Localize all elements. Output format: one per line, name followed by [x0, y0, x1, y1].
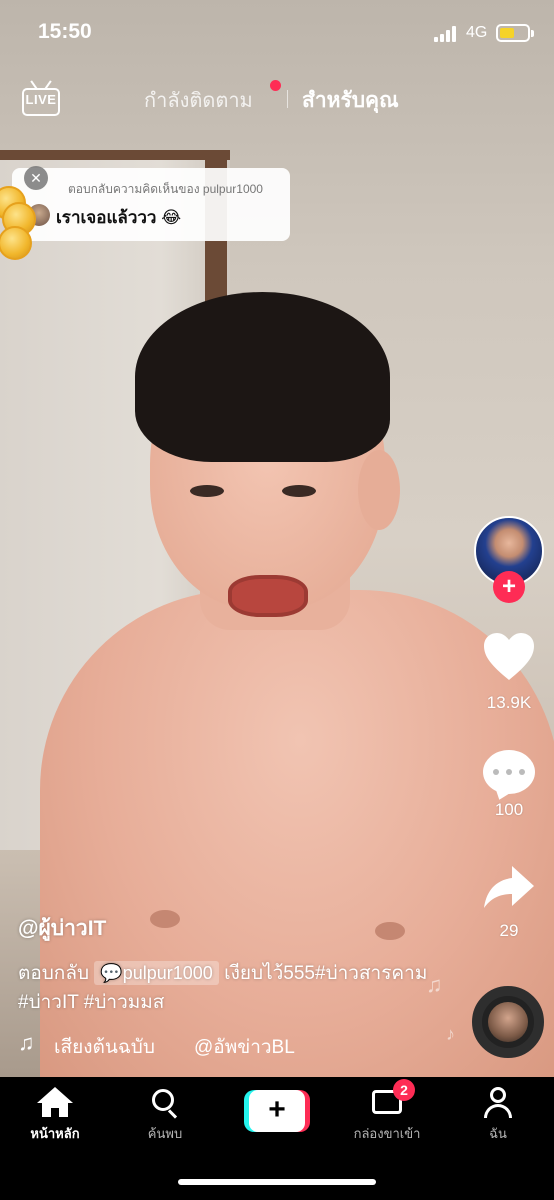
sound-row[interactable]: ♫ เสียงต้นฉบับ @อัพข่าวBL	[18, 1030, 468, 1058]
inbox-icon: 2	[367, 1079, 415, 1119]
battery-tip	[531, 30, 534, 37]
network-type: 4G	[466, 24, 488, 41]
like-count: 13.9K	[486, 693, 532, 712]
follow-plus-icon[interactable]: +	[493, 571, 525, 603]
video-person-eye-left	[190, 485, 224, 497]
home-icon	[35, 1085, 75, 1119]
heart-icon	[484, 633, 534, 680]
feed-tabs: กำลังติดตาม สำหรับคุณ	[0, 80, 554, 117]
video-person-eye-right	[282, 485, 316, 497]
like-button[interactable]: 13.9K	[478, 632, 540, 713]
comment-count: 100	[494, 800, 524, 819]
cellular-signal-icon	[434, 26, 460, 42]
home-indicator	[178, 1179, 376, 1185]
video-person-mouth	[228, 575, 308, 617]
video-door-frame-top	[0, 150, 230, 160]
nav-me[interactable]: ฉัน	[448, 1085, 548, 1144]
music-disc[interactable]	[472, 986, 544, 1058]
close-icon[interactable]: ✕	[24, 166, 48, 190]
status-time: 15:50	[38, 20, 92, 43]
tab-divider	[287, 90, 288, 108]
music-cover-avatar	[488, 1002, 528, 1042]
battery-icon	[496, 24, 530, 42]
video-person-hair	[135, 292, 390, 462]
nav-inbox-label: กล่องขาเข้า	[353, 1126, 421, 1141]
tab-for-you[interactable]: สำหรับคุณ	[302, 84, 399, 117]
reply-card-label: ตอบกลับความคิดเห็นของ pulpur1000	[68, 182, 263, 196]
share-count: 29	[499, 921, 519, 940]
comment-button[interactable]: 100	[478, 750, 540, 820]
music-note-icon: ♫	[18, 1030, 35, 1055]
nav-inbox[interactable]: 2 กล่องขาเข้า	[337, 1079, 437, 1144]
coins-sticker	[0, 186, 40, 266]
following-notification-dot	[270, 80, 281, 91]
create-button[interactable]: +	[244, 1090, 310, 1132]
search-icon	[145, 1085, 185, 1119]
plus-icon: +	[249, 1090, 305, 1132]
video-person-ear	[358, 450, 400, 530]
mention-username: pulpur1000	[122, 963, 213, 983]
reply-prefix: ตอบกลับ	[18, 963, 90, 984]
profile-icon	[478, 1085, 518, 1119]
creator-username[interactable]: @ผู้บ่าวIT	[18, 912, 468, 945]
sound-author: @อัพข่าวBL	[194, 1037, 295, 1058]
inbox-badge: 2	[393, 1079, 415, 1101]
reply-card-comment: เราเจอแล้ววว 😂	[56, 208, 182, 227]
mention-chip[interactable]: 💬pulpur1000	[94, 961, 219, 985]
share-arrow-icon	[484, 866, 534, 908]
status-bar: 15:50 4G	[0, 0, 554, 64]
nav-home-label: หน้าหลัก	[30, 1126, 80, 1141]
nav-discover[interactable]: ค้นพบ	[115, 1085, 215, 1144]
video-caption: @ผู้บ่าวIT ตอบกลับ 💬pulpur1000 เงียบไว้5…	[18, 912, 468, 1017]
reply-comment-card[interactable]: ตอบกลับความคิดเห็นของ pulpur1000 เราเจอแ…	[12, 168, 290, 241]
nav-discover-label: ค้นพบ	[147, 1126, 183, 1141]
caption-description: ตอบกลับ 💬pulpur1000 เงียบไว้555#บ่าวสารค…	[18, 959, 468, 1017]
nav-home[interactable]: หน้าหลัก	[5, 1085, 105, 1144]
tab-following[interactable]: กำลังติดตาม	[144, 84, 253, 116]
chat-bubble-icon: 💬	[100, 963, 123, 983]
share-button[interactable]: 29	[478, 864, 540, 941]
comment-bubble-icon	[483, 750, 535, 794]
sound-title: เสียงต้นฉบับ	[54, 1037, 155, 1058]
nav-me-label: ฉัน	[489, 1126, 507, 1141]
